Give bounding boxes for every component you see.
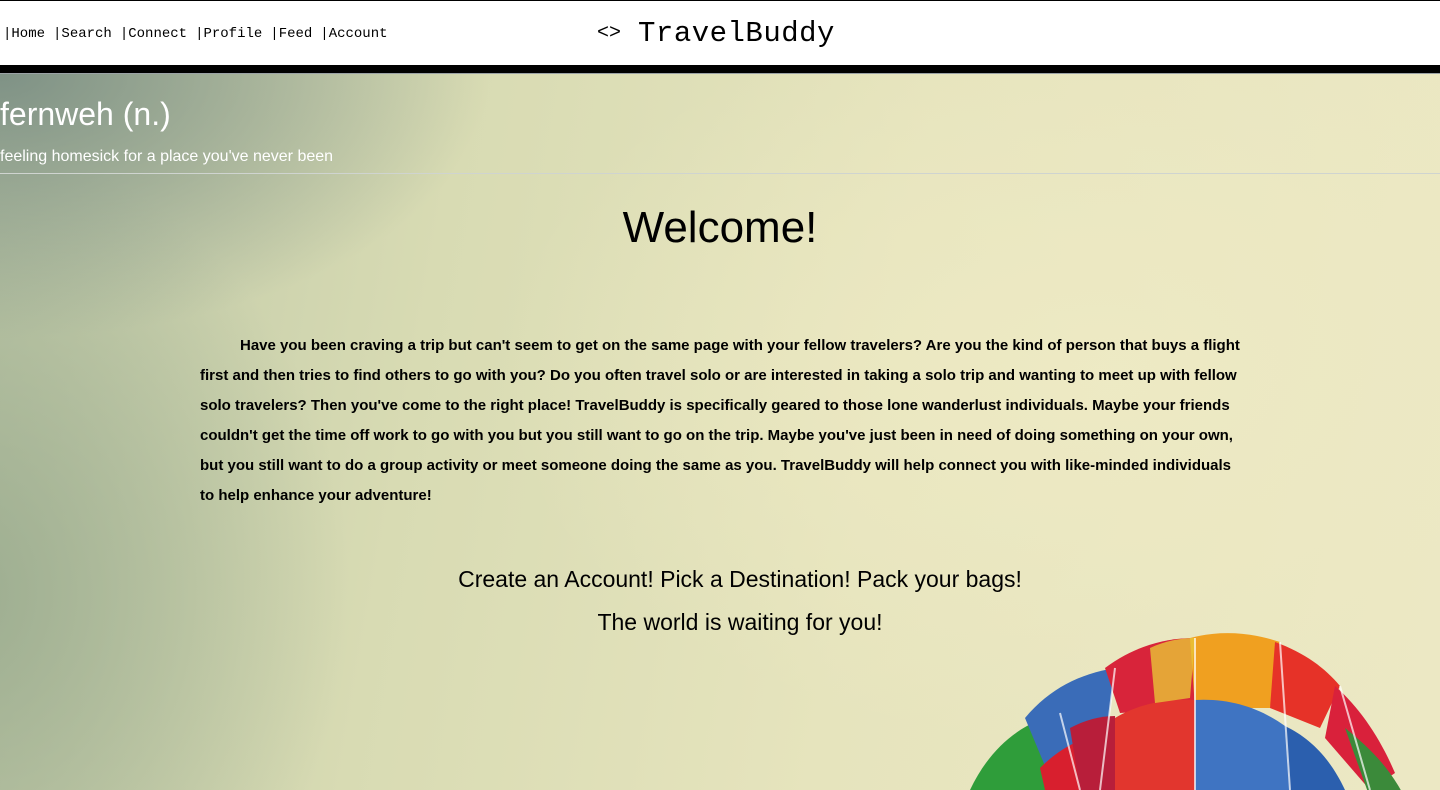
top-nav-bar: |Home |Search |Connect |Profile |Feed |A… (0, 0, 1440, 65)
nav-profile-label: Profile (203, 26, 263, 42)
nav-connect-label: Connect (128, 26, 188, 42)
nav-home-label: Home (11, 26, 46, 42)
tagline-title: fernweh (n.) (0, 96, 171, 132)
tagline-subtitle: feeling homesick for a place you've neve… (0, 148, 334, 165)
nav-search[interactable]: |Search (53, 26, 112, 42)
intro-paragraph: Have you been craving a trip but can't s… (200, 337, 1240, 504)
nav-home[interactable]: |Home (3, 26, 45, 42)
brand-name: TravelBuddy (638, 17, 835, 50)
hot-air-balloon-image (970, 633, 1401, 790)
hero-section: fernweh (n.) feeling homesick for a plac… (0, 73, 1440, 790)
hero-top-rule (0, 73, 1440, 74)
header-divider (0, 65, 1440, 73)
nav-feed-label: Feed (278, 26, 313, 42)
brand-logo[interactable]: <> TravelBuddy (597, 17, 835, 50)
nav-profile[interactable]: |Profile (195, 26, 262, 42)
nav-separator: | (270, 26, 279, 42)
nav-search-label: Search (61, 26, 112, 42)
nav-account[interactable]: |Account (320, 26, 387, 42)
nav-account-label: Account (328, 26, 388, 42)
welcome-heading: Welcome! (622, 203, 818, 252)
tagline-divider (0, 173, 1440, 174)
nav-feed[interactable]: |Feed (270, 26, 312, 42)
main-nav: |Home |Search |Connect |Profile |Feed |A… (3, 26, 396, 42)
cta-line-1: Create an Account! Pick a Destination! P… (458, 566, 1022, 592)
nav-separator: | (320, 26, 329, 42)
nav-separator: | (119, 26, 129, 42)
nav-connect[interactable]: |Connect (120, 26, 187, 42)
code-brackets-icon: <> (597, 22, 622, 45)
